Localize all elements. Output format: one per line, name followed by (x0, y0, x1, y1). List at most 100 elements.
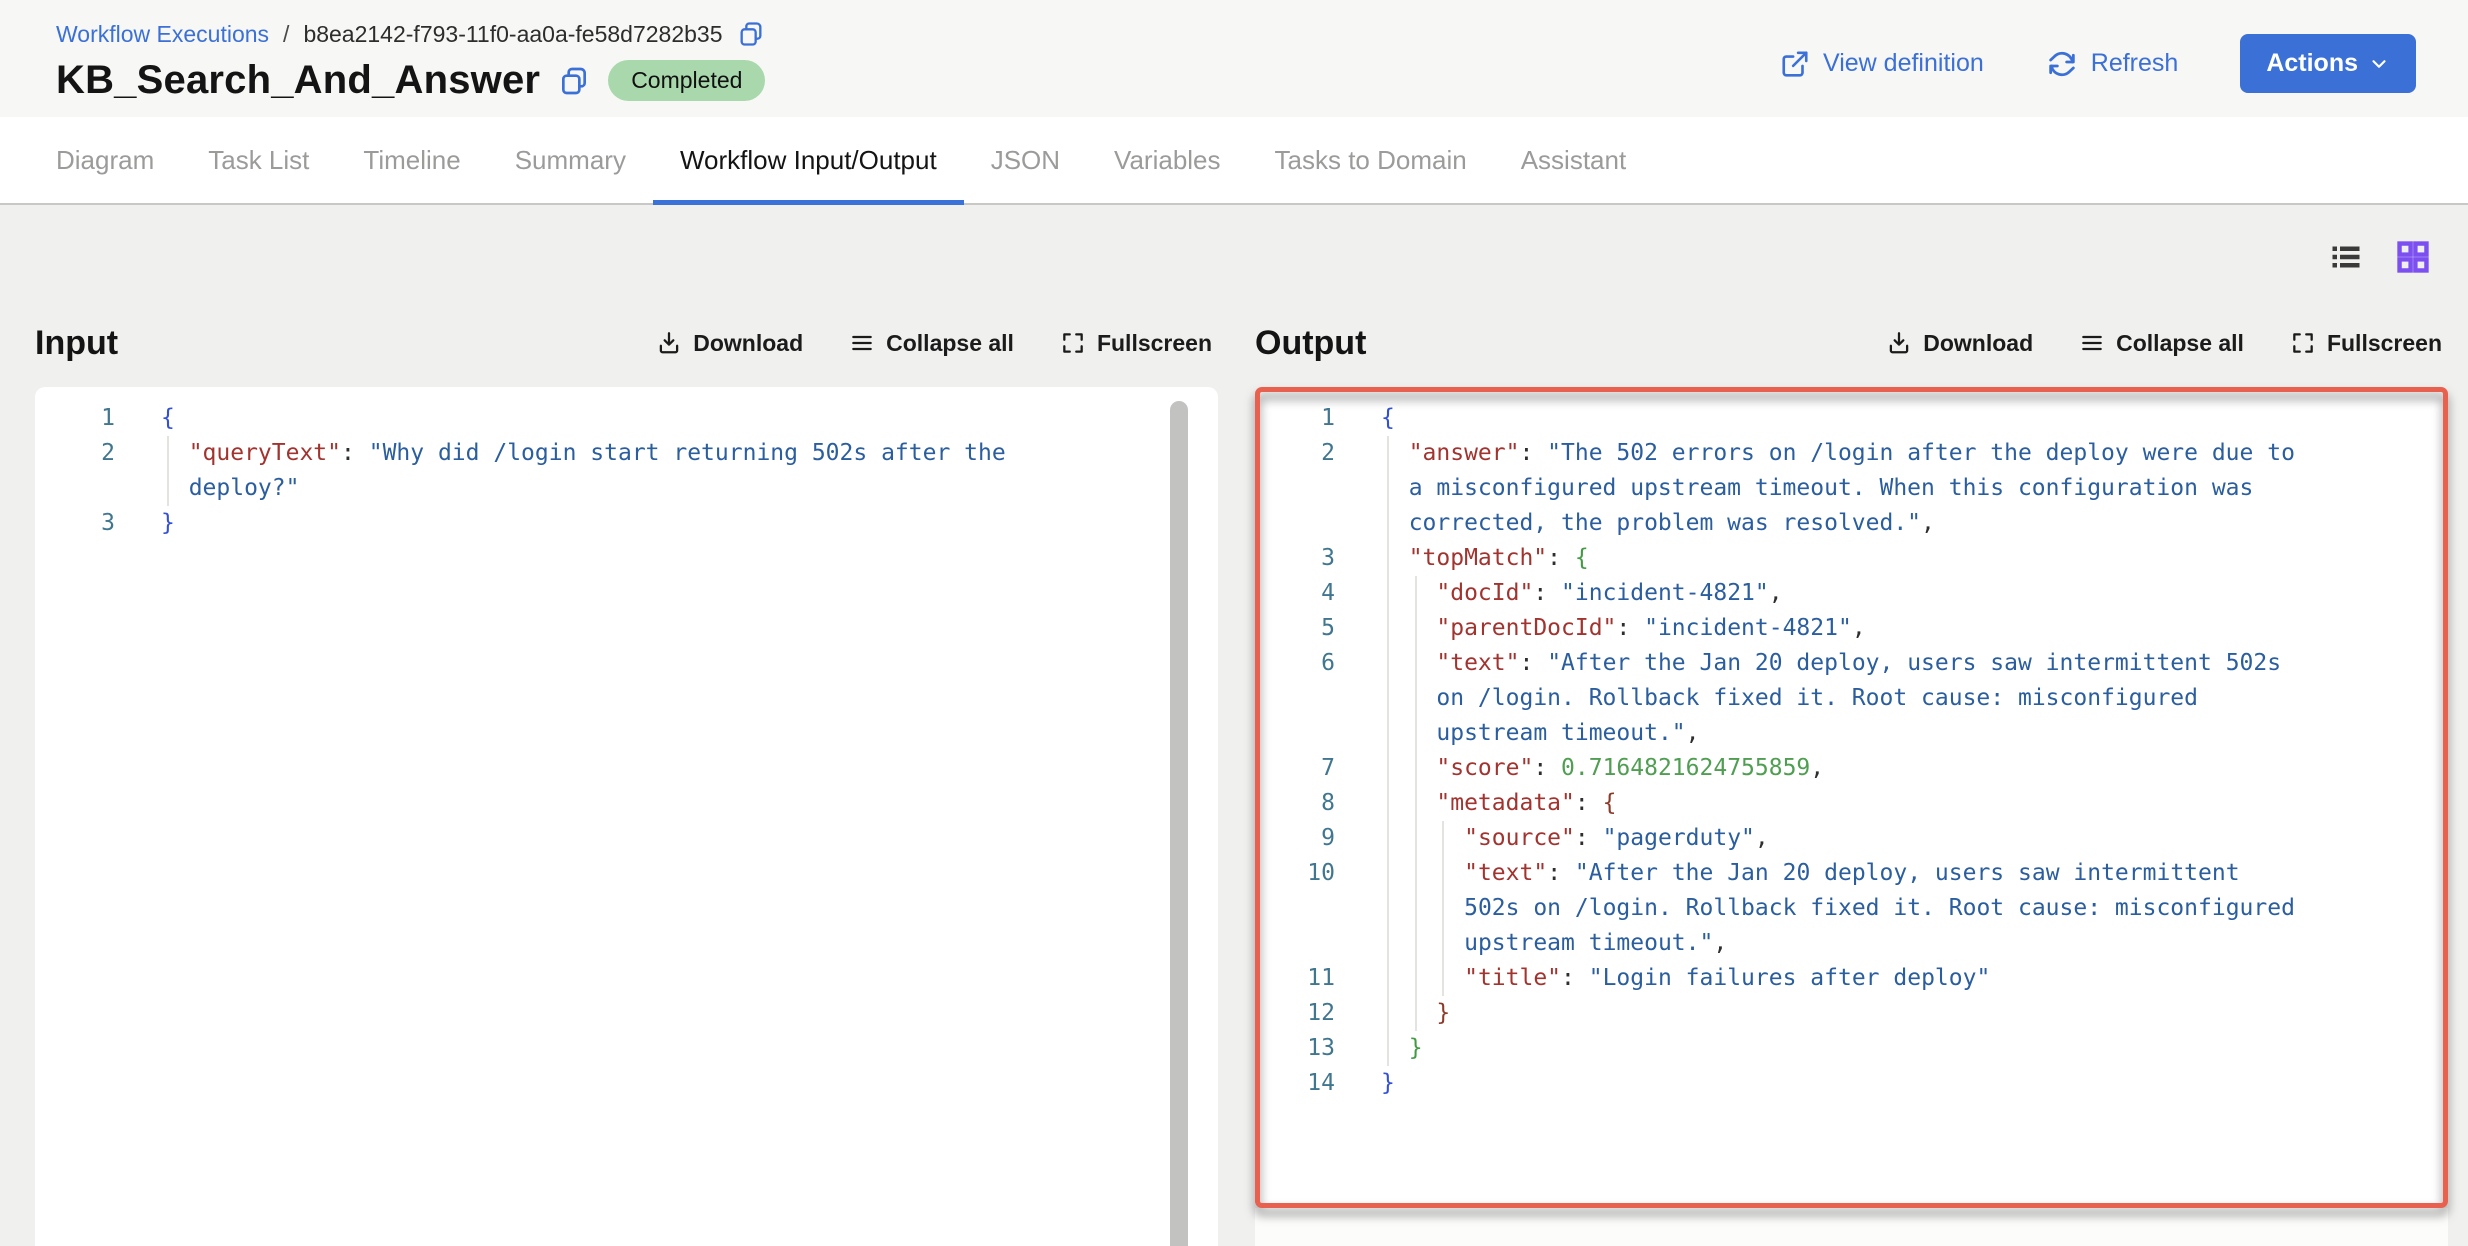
code-line: 10"text": "After the Jan 20 deploy, user… (1279, 856, 2448, 961)
indent-guide (1415, 646, 1417, 751)
input-download-button[interactable]: Download (656, 330, 803, 357)
copy-workflow-name-button[interactable] (558, 65, 590, 97)
indent-guide (1387, 436, 1389, 541)
tab-json[interactable]: JSON (964, 117, 1087, 203)
output-fullscreen-button[interactable]: Fullscreen (2290, 330, 2442, 357)
refresh-icon (2046, 48, 2078, 80)
breadcrumb-separator: / (283, 21, 289, 48)
code-line: 4"docId": "incident-4821", (1279, 576, 2448, 611)
breadcrumb-workflow-executions-link[interactable]: Workflow Executions (56, 21, 269, 48)
tab-label: Workflow Input/Output (680, 145, 937, 176)
header-actions: View definition Refresh Actions (1780, 34, 2416, 93)
code-line: 8"metadata": { (1279, 786, 2448, 821)
tab-label: Variables (1114, 145, 1220, 176)
list-view-button[interactable] (2328, 239, 2364, 275)
indent-guide (1415, 821, 1417, 856)
input-panel: Input Download (35, 315, 1218, 1246)
tab-label: Timeline (363, 145, 460, 176)
output-json-editor[interactable]: 1{2"answer": "The 502 errors on /login a… (1255, 387, 2448, 1208)
tab-summary[interactable]: Summary (488, 117, 653, 203)
copy-icon (737, 20, 765, 48)
input-json-editor[interactable]: 1{2 "queryText": "Why did /login start re… (35, 387, 1218, 1246)
refresh-button[interactable]: Refresh (2046, 48, 2179, 80)
input-fullscreen-label: Fullscreen (1097, 330, 1212, 357)
indent-guide (1387, 576, 1389, 611)
tab-label: JSON (991, 145, 1060, 176)
code-content: { (1381, 401, 2301, 436)
input-collapse-all-label: Collapse all (886, 330, 1014, 357)
indent-guide (167, 436, 169, 506)
line-number: 14 (1279, 1066, 1335, 1101)
grid-view-icon (2394, 238, 2432, 276)
code-content: "text": "After the Jan 20 deploy, users … (1381, 856, 2301, 961)
header: Workflow Executions / b8ea2142-f793-11f0… (0, 0, 2468, 117)
indent-guide (1415, 751, 1417, 786)
code-line: 14} (1279, 1066, 2448, 1101)
code-line: 1{ (1279, 401, 2448, 436)
actions-button[interactable]: Actions (2240, 34, 2416, 93)
output-panel-tools: Download Collapse all (1886, 330, 2442, 357)
output-download-button[interactable]: Download (1886, 330, 2033, 357)
tab-variables[interactable]: Variables (1087, 117, 1247, 203)
tab-task-list[interactable]: Task List (181, 117, 336, 203)
view-definition-label: View definition (1823, 49, 1984, 78)
line-number: 1 (1279, 401, 1335, 436)
refresh-label: Refresh (2091, 49, 2179, 78)
code-line: 3"topMatch": { (1279, 541, 2448, 576)
fullscreen-icon (2290, 330, 2316, 356)
indent-guide (1415, 611, 1417, 646)
tab-bar: DiagramTask List Timeline Summary Workflow … (0, 117, 2468, 205)
list-view-icon (2328, 239, 2364, 275)
output-collapse-all-button[interactable]: Collapse all (2079, 330, 2244, 357)
code-line: 1{ (59, 401, 1218, 436)
indent-guide (1415, 856, 1417, 961)
line-number: 1 (59, 401, 115, 436)
indent-guide (1387, 996, 1389, 1031)
code-line: 9"source": "pagerduty", (1279, 821, 2448, 856)
code-content: "score": 0.7164821624755859, (1381, 751, 2301, 786)
line-number: 11 (1279, 961, 1335, 996)
page-title: KB_Search_And_Answer (56, 58, 540, 103)
fullscreen-icon (1060, 330, 1086, 356)
tab-label: Assistant (1521, 145, 1627, 176)
code-line: 3} (59, 506, 1218, 541)
line-number: 5 (1279, 611, 1335, 646)
code-content: "answer": "The 502 errors on /login afte… (1381, 436, 2301, 541)
download-icon (1886, 330, 1912, 356)
collapse-all-icon (2079, 330, 2105, 356)
tab-assistant[interactable]: Assistant (1494, 117, 1654, 203)
indent-guide (1387, 751, 1389, 786)
code-line: 2 "queryText": "Why did /login start retu… (59, 436, 1218, 506)
execution-id: b8ea2142-f793-11f0-aa0a-fe58d7282b35 (303, 21, 722, 48)
input-download-label: Download (693, 330, 803, 357)
page: Workflow Executions / b8ea2142-f793-11f0… (0, 0, 2468, 1246)
line-number: 6 (1279, 646, 1335, 681)
view-definition-button[interactable]: View definition (1780, 49, 1984, 79)
output-code: 1{2"answer": "The 502 errors on /login a… (1279, 401, 2448, 1101)
io-panels: Input Download (0, 315, 2468, 1246)
indent-guide (1387, 821, 1389, 856)
code-line: 7 "score": 0.7164821624755859, (1279, 751, 2448, 786)
tab-workflow-input-output[interactable]: Workflow Input/Output (653, 117, 964, 203)
code-content: "parentDocId": "incident-4821", (1381, 611, 2301, 646)
code-line: 13} (1279, 1031, 2448, 1066)
status-badge: Completed (608, 60, 765, 101)
copy-execution-id-button[interactable] (737, 20, 765, 48)
input-collapse-all-button[interactable]: Collapse all (849, 330, 1014, 357)
line-number: 3 (1279, 541, 1335, 576)
chevron-down-icon (2368, 53, 2390, 75)
input-fullscreen-button[interactable]: Fullscreen (1060, 330, 1212, 357)
line-number: 2 (59, 436, 115, 471)
code-content: "source": "pagerduty", (1381, 821, 2301, 856)
input-editor-scrollbar[interactable] (1170, 401, 1188, 1246)
indent-guide (1387, 961, 1389, 996)
actions-label: Actions (2266, 49, 2358, 78)
grid-view-button[interactable] (2394, 238, 2432, 276)
view-toggle (0, 229, 2468, 285)
tab-tasks-to-domain[interactable]: Tasks to Domain (1248, 117, 1494, 203)
tab-timeline[interactable]: Timeline (336, 117, 487, 203)
indent-guide (1442, 856, 1444, 961)
tab-diagram[interactable]: Diagram (29, 117, 181, 203)
code-content: "queryText": "Why did /login start retur… (161, 436, 1061, 506)
line-number: 7 (1279, 751, 1335, 786)
